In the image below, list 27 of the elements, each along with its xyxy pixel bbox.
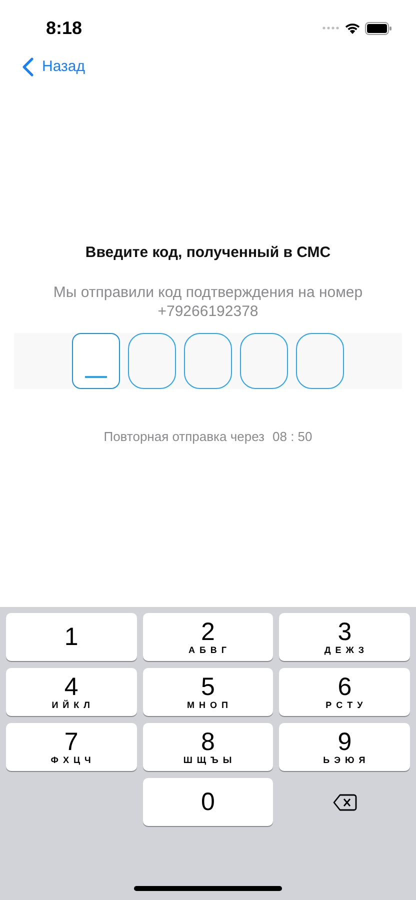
keypad-key[interactable]: 3 Д Е Ж З (279, 613, 410, 661)
code-digit-field[interactable] (128, 332, 176, 388)
screen-title: Введите код, полученный в СМС (84, 243, 332, 263)
code-digit-field[interactable] (184, 332, 232, 388)
keypad-key[interactable]: 9 Ь Э Ю Я (279, 723, 410, 771)
signal-icon (322, 26, 340, 30)
battery-icon (365, 22, 392, 34)
code-digit-field[interactable] (296, 332, 344, 388)
chevron-left-icon (22, 57, 34, 77)
text-cursor (85, 376, 107, 378)
keypad-key[interactable]: 6 Р С Т У (279, 668, 410, 716)
keypad-key[interactable]: 7 Ф Х Ц Ч (6, 723, 137, 771)
keypad-key[interactable]: 5 М Н О П (142, 668, 274, 716)
keypad-key[interactable]: 8 Ш Щ Ъ Ы (142, 723, 274, 771)
back-button[interactable]: Назад (22, 56, 85, 78)
instruction-text: Мы отправили код подтверждения на номер +79266192378 (52, 282, 364, 320)
keypad-key[interactable]: 4 И Й К Л (6, 668, 137, 716)
status-time: 8:18 (46, 16, 82, 40)
resend-label: Повторная отправка через (104, 428, 264, 446)
keypad-key[interactable]: 2 А Б В Г (142, 613, 274, 661)
code-digit-field[interactable] (72, 332, 120, 388)
backspace-icon (332, 794, 357, 810)
resend-timer: 08 : 50 (272, 428, 312, 446)
code-digit-field[interactable] (240, 332, 288, 388)
wifi-icon (344, 22, 361, 34)
keypad-key[interactable]: 0 (142, 778, 274, 826)
keypad-key[interactable]: 1 (6, 613, 137, 661)
